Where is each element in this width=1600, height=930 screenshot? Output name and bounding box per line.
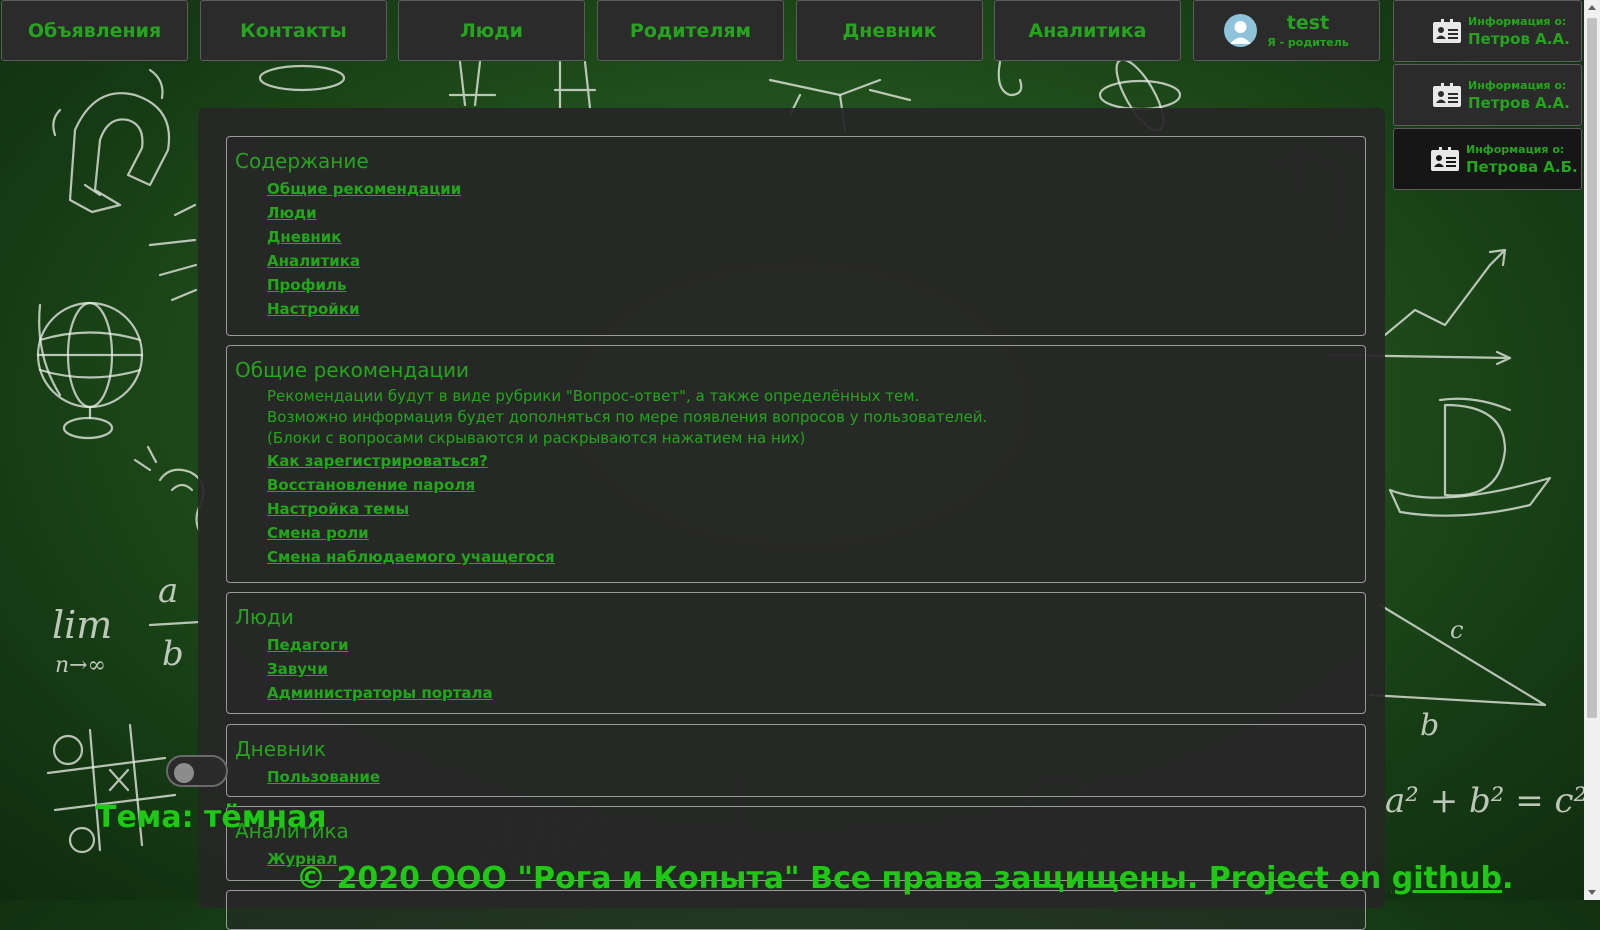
toggle-knob [174, 763, 194, 783]
profile-name: test [1286, 11, 1330, 34]
student-info-card-2[interactable]: Информация о: Петров А.А. [1393, 64, 1582, 126]
info-student-name: Петров А.А. [1468, 29, 1570, 48]
magnet-doodle [52, 68, 171, 214]
toc-link-diary[interactable]: Дневник [267, 225, 1357, 249]
info-label: Информация о: [1468, 78, 1567, 92]
profile-role: Я - родитель [1267, 35, 1349, 49]
svg-text:b: b [1420, 708, 1439, 743]
paragraph: Рекомендации будут в виде рубрики "Вопро… [267, 387, 920, 405]
info-student-name: Петров А.А. [1468, 93, 1570, 112]
faq-link-register[interactable]: Как зарегистрироваться? [267, 449, 1357, 473]
faq-link-change-role[interactable]: Смена роли [267, 521, 1357, 545]
svg-text:c: c [1450, 616, 1463, 644]
profile-info: test Я - родитель [1267, 13, 1349, 49]
footer-tail: . [1502, 861, 1514, 896]
paragraph: Возможно информация будет дополняться по… [267, 408, 988, 426]
toc-link-settings[interactable]: Настройки [267, 297, 1357, 321]
id-card-icon [1433, 19, 1461, 43]
toc-link-general[interactable]: Общие рекомендации [267, 177, 1357, 201]
faq-link-password-recovery[interactable]: Восстановление пароля [267, 473, 1357, 497]
people-link-headteachers[interactable]: Завучи [267, 657, 1357, 681]
help-content-panel: Содержание Общие рекомендации Люди Дневн… [198, 108, 1385, 930]
section-title: Общие рекомендации [235, 358, 470, 382]
section-contents: Содержание Общие рекомендации Люди Дневн… [226, 136, 1366, 336]
section-people: Люди Педагоги Завучи Администраторы порт… [226, 592, 1366, 714]
section-title: Люди [235, 605, 294, 629]
svg-text:a: a [158, 571, 178, 611]
svg-text:n→∞: n→∞ [55, 653, 106, 678]
people-link-teachers[interactable]: Педагоги [267, 633, 1357, 657]
nav-diary[interactable]: Дневник [796, 0, 983, 61]
globe-doodle [36, 301, 144, 440]
info-student-name: Петрова А.Б. [1466, 157, 1578, 176]
info-label: Информация о: [1468, 14, 1567, 28]
scroll-up-arrow-icon[interactable] [1588, 5, 1596, 10]
toc-link-analytics[interactable]: Аналитика [267, 249, 1357, 273]
profile-button[interactable]: test Я - родитель [1193, 0, 1380, 61]
student-info-card-1[interactable]: Информация о: Петров А.А. [1393, 0, 1582, 62]
toc-link-profile[interactable]: Профиль [267, 273, 1357, 297]
toc-link-people[interactable]: Люди [267, 201, 1357, 225]
nav-analytics[interactable]: Аналитика [994, 0, 1181, 61]
rays-doodle [148, 203, 198, 302]
diary-link-usage[interactable]: Пользование [267, 765, 1357, 789]
github-link[interactable]: github [1392, 861, 1502, 896]
scroll-thumb[interactable] [1587, 18, 1597, 718]
nav-parents[interactable]: Родителям [597, 0, 784, 61]
section-title: Аналитика [235, 819, 349, 843]
section-title: Дневник [235, 737, 326, 761]
faq-link-change-student[interactable]: Смена наблюдаемого учащегося [267, 545, 1357, 569]
scroll-down-arrow-icon[interactable] [1588, 890, 1596, 895]
paragraph: (Блоки с вопросами скрываются и раскрыва… [267, 429, 806, 447]
svg-text:lim: lim [52, 603, 112, 647]
people-link-admins[interactable]: Администраторы портала [267, 681, 1357, 705]
info-label: Информация о: [1466, 142, 1565, 156]
student-info-card-3[interactable]: Информация о: Петрова А.Б. [1393, 128, 1582, 190]
footer-text: © 2020 ООО "Рога и Копыта" Все права защ… [296, 861, 1392, 896]
footer: © 2020 ООО "Рога и Копыта" Все права защ… [296, 861, 1513, 896]
nav-people[interactable]: Люди [398, 0, 585, 61]
theme-label: Тема: тёмная [96, 800, 327, 835]
theme-toggle[interactable] [166, 755, 228, 787]
nav-contacts[interactable]: Контакты [200, 0, 387, 61]
faq-link-theme-settings[interactable]: Настройка темы [267, 497, 1357, 521]
section-next [226, 890, 1366, 930]
svg-text:a² + b² = c²: a² + b² = c² [1385, 781, 1587, 821]
user-avatar-icon [1224, 14, 1258, 47]
svg-text:b: b [162, 634, 184, 674]
page-scrollbar[interactable] [1584, 0, 1600, 900]
section-title: Содержание [235, 149, 369, 173]
nav-announcements[interactable]: Объявления [1, 0, 188, 61]
ear-doodle [133, 445, 205, 534]
section-general-recommendations: Общие рекомендации Рекомендации будут в … [226, 345, 1366, 583]
id-card-icon [1433, 83, 1461, 107]
id-card-icon [1431, 147, 1459, 171]
section-diary: Дневник Пользование [226, 724, 1366, 797]
